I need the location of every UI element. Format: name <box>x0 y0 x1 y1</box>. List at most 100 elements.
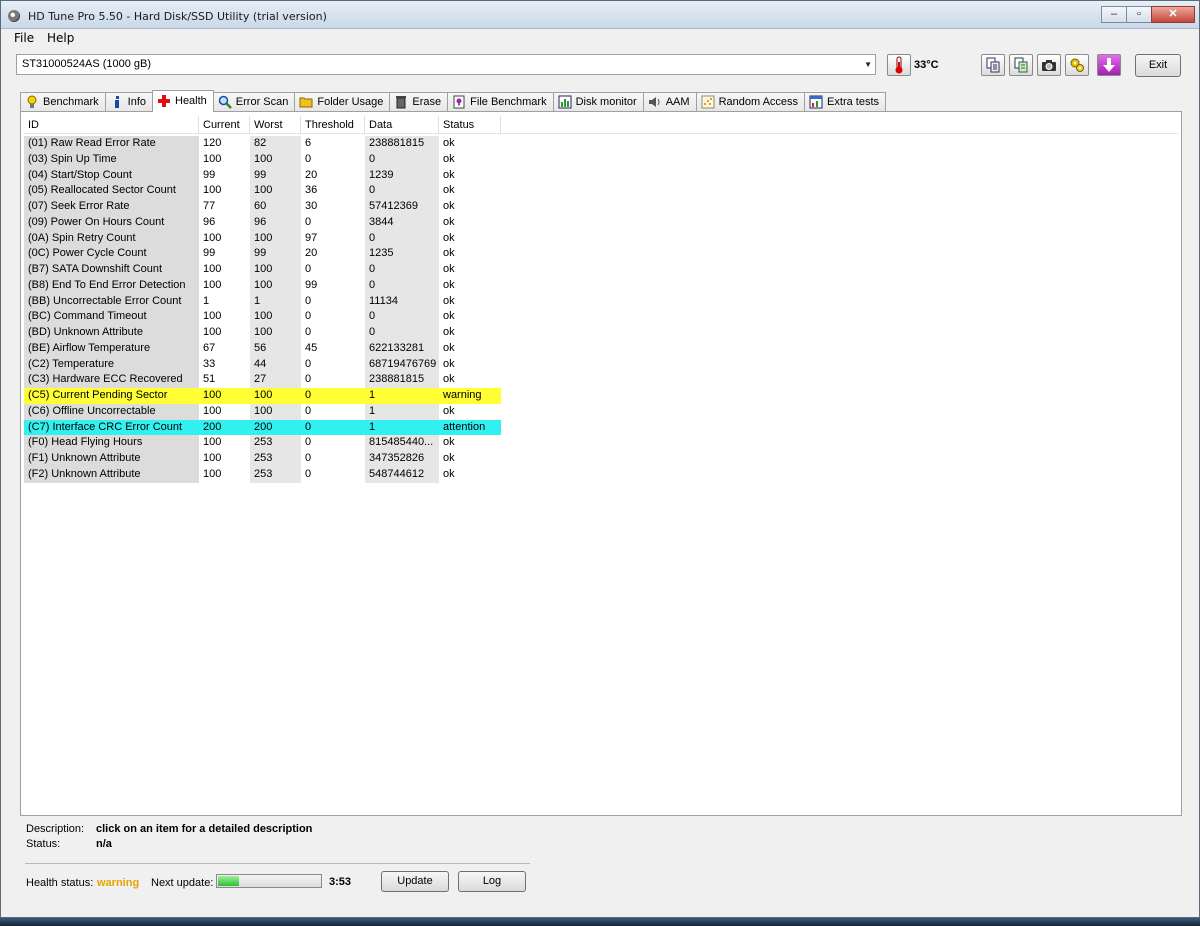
table-row[interactable]: (B7) SATA Downshift Count 100 100 0 0 ok <box>24 262 501 278</box>
cell-threshold: 0 <box>301 151 365 168</box>
next-update-progress <box>216 874 322 888</box>
tab-file-benchmark[interactable]: File Benchmark <box>447 92 554 112</box>
cell-current: 96 <box>199 214 250 231</box>
copy-text-icon[interactable] <box>981 54 1005 76</box>
cell-current: 100 <box>199 451 250 467</box>
copy-html-icon[interactable] <box>1009 54 1033 76</box>
app-window: HD Tune Pro 5.50 - Hard Disk/SSD Utility… <box>0 0 1200 918</box>
monitor-chart-icon <box>558 95 572 109</box>
cell-status: ok <box>439 183 501 199</box>
minimize-button[interactable]: – <box>1101 6 1127 23</box>
magnifier-icon <box>218 95 232 109</box>
table-row[interactable]: (C5) Current Pending Sector 100 100 0 1 warni… <box>24 388 501 404</box>
tab-label: Folder Usage <box>317 96 384 108</box>
table-row[interactable]: (F1) Unknown Attribute 100 253 0 347352826 ok <box>24 451 501 467</box>
menu-help[interactable]: Help <box>47 31 74 45</box>
cell-id: (C3) Hardware ECC Recovered <box>24 372 199 388</box>
folder-icon <box>299 95 313 109</box>
cell-status: ok <box>439 435 501 451</box>
cell-data: 347352826 <box>365 451 439 467</box>
table-row[interactable]: (03) Spin Up Time 100 100 0 0 ok <box>24 151 501 168</box>
description-label: Description: <box>26 823 85 835</box>
cell-data: 68719476769 <box>365 356 439 373</box>
table-row[interactable]: (BC) Command Timeout 100 100 0 0 ok <box>24 309 501 325</box>
table-row[interactable]: (C7) Interface CRC Error Count 200 200 0 1 at… <box>24 419 501 436</box>
tab-aam[interactable]: AAM <box>642 92 697 112</box>
scatter-icon <box>701 95 715 109</box>
cell-current: 33 <box>199 356 250 373</box>
tab-info[interactable]: Info <box>104 92 153 112</box>
cell-threshold: 0 <box>301 372 365 388</box>
options-icon[interactable] <box>1065 54 1089 76</box>
cell-id: (BC) Command Timeout <box>24 309 199 325</box>
chevron-down-icon[interactable]: ▼ <box>864 60 872 69</box>
taskbar <box>0 918 1200 926</box>
save-icon[interactable] <box>1097 54 1121 76</box>
table-row[interactable]: (05) Reallocated Sector Count 100 100 36 0 ok <box>24 183 501 199</box>
table-row[interactable]: (C6) Offline Uncorrectable 100 100 0 1 ok <box>24 403 501 420</box>
table-row[interactable]: (0C) Power Cycle Count 99 99 20 1235 ok <box>24 246 501 262</box>
tab-benchmark[interactable]: Benchmark <box>20 92 106 112</box>
tab-random-access[interactable]: Random Access <box>695 92 806 112</box>
cell-status: ok <box>439 277 501 294</box>
cell-worst: 100 <box>250 403 301 420</box>
cell-status: ok <box>439 372 501 388</box>
tab-health[interactable]: Health <box>152 90 214 112</box>
table-row[interactable]: (09) Power On Hours Count 96 96 0 3844 ok <box>24 214 501 231</box>
cell-id: (0A) Spin Retry Count <box>24 230 199 247</box>
column-header-current[interactable]: Current <box>199 116 250 134</box>
tab-extra-tests[interactable]: Extra tests <box>804 92 887 112</box>
cell-threshold: 45 <box>301 340 365 357</box>
cell-threshold: 20 <box>301 167 365 184</box>
tab-label: Benchmark <box>43 96 99 108</box>
column-header-id[interactable]: ID <box>24 116 199 134</box>
tab-error-scan[interactable]: Error Scan <box>212 92 296 112</box>
table-row[interactable]: (B8) End To End Error Detection 100 100 99 0… <box>24 277 501 294</box>
table-row[interactable]: (F0) Head Flying Hours 100 253 0 815485440..… <box>24 435 501 451</box>
screenshot-icon[interactable] <box>1037 54 1061 76</box>
cell-data: 1 <box>365 403 439 420</box>
cell-worst: 99 <box>250 246 301 262</box>
column-header-threshold[interactable]: Threshold <box>301 116 365 134</box>
title-bar[interactable]: HD Tune Pro 5.50 - Hard Disk/SSD Utility… <box>1 1 1199 29</box>
temperature-readout: 33°C <box>914 59 939 71</box>
table-row[interactable]: (C2) Temperature 33 44 0 68719476769 ok <box>24 356 501 373</box>
cell-threshold: 0 <box>301 388 365 404</box>
tab-label: Error Scan <box>235 96 289 108</box>
table-row[interactable]: (01) Raw Read Error Rate 120 82 6 238881815 o… <box>24 136 501 152</box>
cell-data: 238881815 <box>365 136 439 152</box>
close-button[interactable]: ✕ <box>1151 6 1195 23</box>
cell-id: (BD) Unknown Attribute <box>24 325 199 341</box>
cell-current: 100 <box>199 403 250 420</box>
cell-data: 0 <box>365 230 439 247</box>
cell-worst: 1 <box>250 293 301 310</box>
table-row[interactable]: (BE) Airflow Temperature 67 56 45 622133281 o… <box>24 340 501 357</box>
table-row[interactable]: (BB) Uncorrectable Error Count 1 1 0 11134 ok <box>24 293 501 310</box>
tab-erase[interactable]: Erase <box>389 92 449 112</box>
exit-button[interactable]: Exit <box>1135 54 1181 77</box>
table-row[interactable]: (F2) Unknown Attribute 100 253 0 548744612 ok <box>24 466 501 483</box>
table-row[interactable]: (BD) Unknown Attribute 100 100 0 0 ok <box>24 325 501 341</box>
drive-dropdown[interactable]: ST31000524AS (1000 gB) ▼ <box>16 54 876 75</box>
update-button[interactable]: Update <box>381 871 449 892</box>
column-header-worst[interactable]: Worst <box>250 116 301 134</box>
log-button[interactable]: Log <box>458 871 526 892</box>
column-header-data[interactable]: Data <box>365 116 439 134</box>
menu-file[interactable]: File <box>14 31 34 45</box>
column-header-status[interactable]: Status <box>439 116 501 134</box>
cell-worst: 100 <box>250 325 301 341</box>
cell-id: (B8) End To End Error Detection <box>24 277 199 294</box>
cell-current: 51 <box>199 372 250 388</box>
tab-label: Info <box>127 96 146 108</box>
cell-data: 57412369 <box>365 199 439 215</box>
table-row[interactable]: (C3) Hardware ECC Recovered 51 27 0 23888181… <box>24 372 501 388</box>
tab-folder-usage[interactable]: Folder Usage <box>294 92 391 112</box>
table-row[interactable]: (07) Seek Error Rate 77 60 30 57412369 ok <box>24 199 501 215</box>
table-row[interactable]: (04) Start/Stop Count 99 99 20 1239 ok <box>24 167 501 184</box>
table-row[interactable]: (0A) Spin Retry Count 100 100 97 0 ok <box>24 230 501 247</box>
tab-disk-monitor[interactable]: Disk monitor <box>552 92 644 112</box>
cell-status: ok <box>439 451 501 467</box>
cell-current: 67 <box>199 340 250 357</box>
cell-worst: 100 <box>250 388 301 404</box>
maximize-button[interactable]: ▫ <box>1126 6 1152 23</box>
